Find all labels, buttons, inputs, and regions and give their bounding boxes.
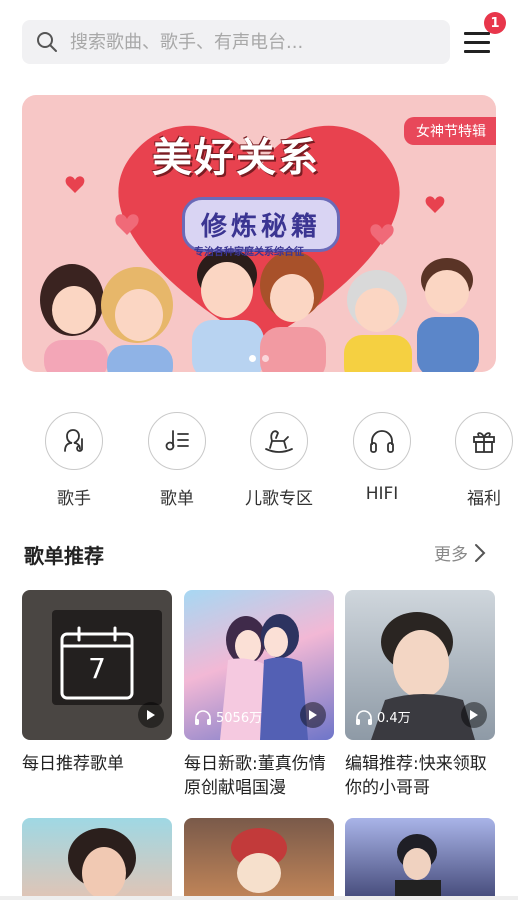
play-count: 0.4万	[355, 707, 411, 726]
playlist-card[interactable]: 0.4万 编辑推荐:快来领取你的小哥哥	[345, 590, 495, 800]
banner-title: 美好关系	[152, 134, 320, 181]
play-button[interactable]	[138, 702, 164, 728]
playlist-cover[interactable]	[184, 818, 334, 900]
rocking-horse-icon	[250, 412, 308, 470]
playlist-icon	[148, 412, 206, 470]
bottom-edge	[0, 896, 518, 900]
cover-artwork	[395, 834, 441, 900]
quick-nav-label: HIFI	[365, 484, 399, 504]
play-button[interactable]	[461, 702, 487, 728]
banner-small-text: 专治各种家庭关系综合征	[194, 247, 304, 258]
playlist-title[interactable]: 每日推荐歌单	[22, 752, 172, 776]
play-icon	[470, 710, 478, 720]
chevron-right-icon	[475, 543, 486, 562]
notification-badge: 1	[484, 12, 506, 34]
cover-artwork	[68, 828, 136, 899]
search-input[interactable]	[70, 31, 430, 53]
headphones-icon	[195, 709, 211, 725]
quick-nav-label: 福利	[467, 489, 501, 509]
playlist-cover: 7	[22, 590, 172, 740]
quick-nav-singer[interactable]: 歌手	[24, 412, 124, 509]
calendar-date: 7	[88, 652, 106, 685]
promo-banner[interactable]: 美好关系 修炼秘籍 专治各种家庭关系综合征 女神节特辑	[22, 95, 496, 372]
more-label: 更多	[434, 545, 468, 565]
play-count: 5056万	[194, 707, 262, 726]
banner-tag: 女神节特辑	[404, 117, 496, 145]
playlist-cover: 5056万	[184, 590, 334, 740]
quick-nav-hifi[interactable]: HIFI	[332, 412, 432, 504]
playlist-cover[interactable]	[345, 818, 495, 900]
play-icon	[147, 710, 155, 720]
quick-nav-label: 歌单	[160, 489, 194, 509]
quick-nav: 歌手 歌单 儿歌专区 HIFI 福利	[0, 412, 518, 512]
carousel-dots	[22, 355, 496, 362]
cover-artwork	[231, 828, 287, 893]
headphones-icon	[353, 412, 411, 470]
play-count-value: 5056万	[216, 711, 263, 726]
quick-nav-kids-songs[interactable]: 儿歌专区	[229, 412, 329, 509]
play-button[interactable]	[300, 702, 326, 728]
playlist-card[interactable]: 5056万 每日新歌:董真伤情原创献唱国漫	[184, 590, 334, 800]
playlist-cover[interactable]	[22, 818, 172, 900]
gift-icon	[455, 412, 513, 470]
playlist-cover: 0.4万	[345, 590, 495, 740]
carousel-dot[interactable]	[262, 355, 269, 362]
top-bar: 1	[0, 0, 518, 80]
quick-nav-label: 儿歌专区	[245, 489, 313, 509]
singer-icon	[45, 412, 103, 470]
quick-nav-playlist[interactable]: 歌单	[127, 412, 227, 509]
section-title: 歌单推荐	[24, 544, 104, 568]
playlist-title[interactable]: 每日新歌:董真伤情原创献唱国漫	[184, 752, 334, 800]
quick-nav-welfare[interactable]: 福利	[434, 412, 518, 509]
play-icon	[309, 710, 317, 720]
headphones-icon	[356, 709, 372, 725]
playlist-card[interactable]: 7 每日推荐歌单	[22, 590, 172, 776]
more-link[interactable]: 更多	[434, 540, 486, 565]
search-icon	[37, 32, 57, 52]
search-bar[interactable]	[22, 20, 450, 64]
carousel-dot[interactable]	[249, 355, 256, 362]
playlist-title[interactable]: 编辑推荐:快来领取你的小哥哥	[345, 752, 495, 800]
play-count-value: 0.4万	[377, 711, 411, 726]
quick-nav-label: 歌手	[57, 489, 91, 509]
